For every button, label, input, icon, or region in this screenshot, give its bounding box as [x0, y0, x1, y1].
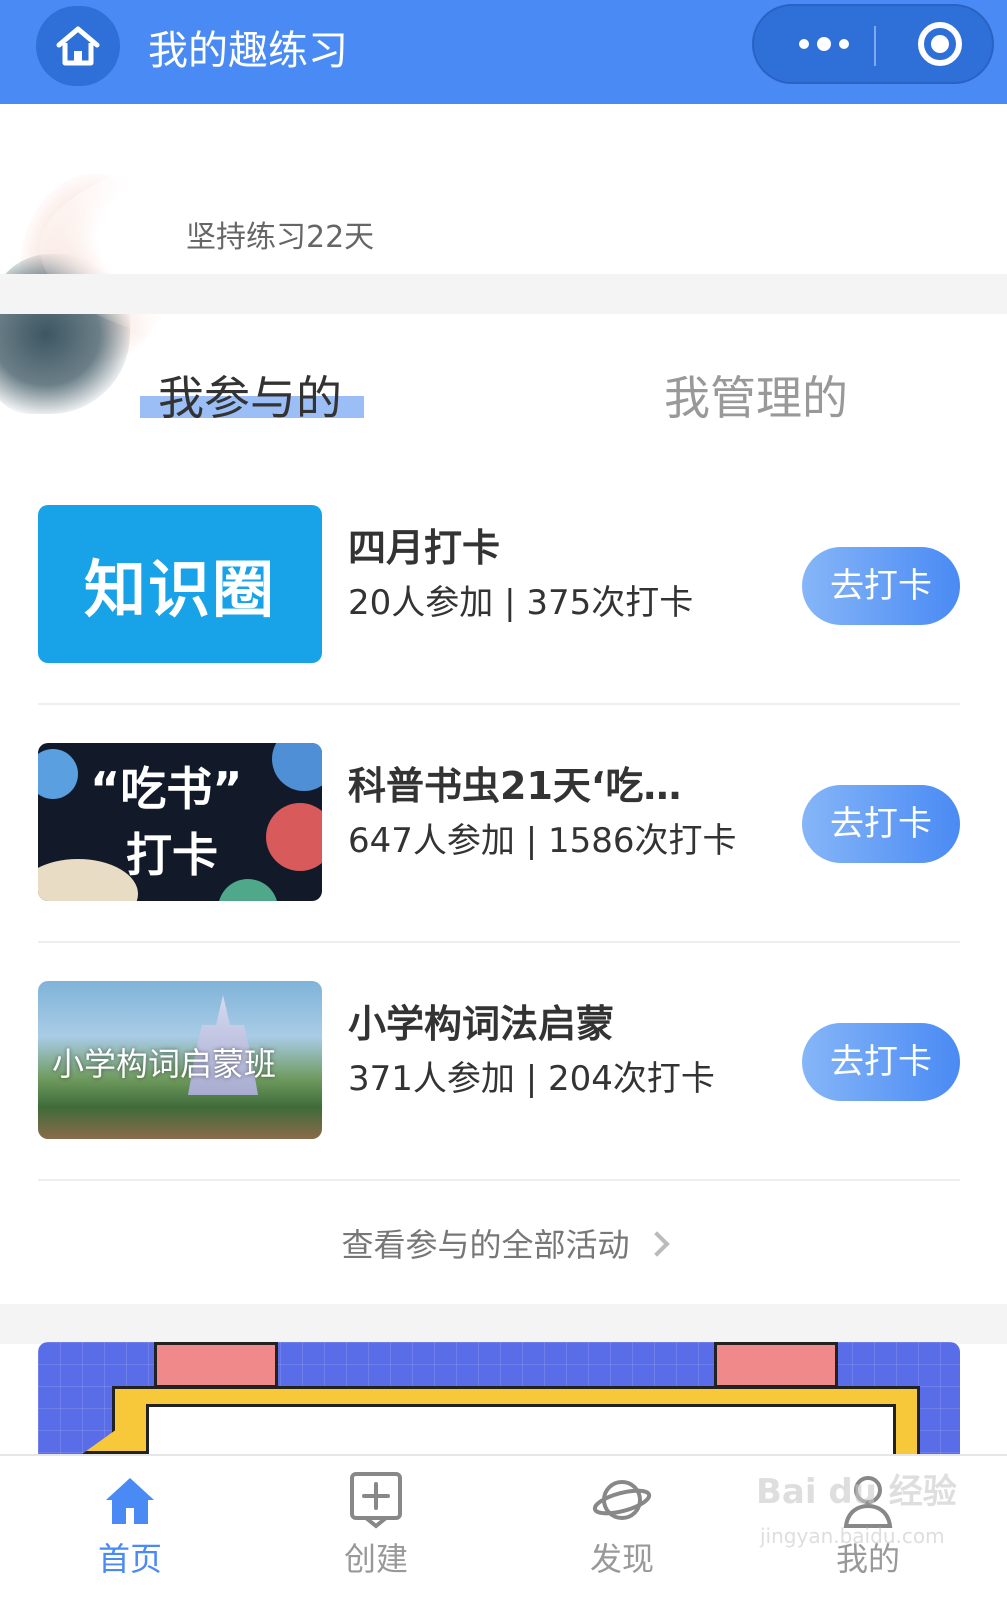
practice-streak: 坚持练习22天: [186, 220, 375, 255]
checkin-button[interactable]: 去打卡: [802, 547, 960, 625]
tabbar-item-discover[interactable]: 发现: [496, 1456, 748, 1600]
checkin-button[interactable]: 去打卡: [802, 1023, 960, 1101]
activity-thumbnail: “吃书” 打卡: [38, 743, 322, 901]
brick-decoration: [714, 1342, 838, 1388]
activity-item[interactable]: “吃书” 打卡 科普书虫21天‘吃… 647人参加 | 1586次打卡 去打卡: [0, 743, 1007, 983]
activity-title: 小学构词法启蒙: [348, 1002, 615, 1046]
more-dots-icon[interactable]: [776, 6, 872, 82]
planet-shape: [38, 859, 138, 901]
brick-decoration: [154, 1342, 278, 1388]
target-circle-icon[interactable]: [918, 22, 962, 66]
navigation-bar: 我的趣练习: [0, 0, 1007, 104]
home-icon: [106, 1478, 154, 1524]
tabbar-label: 创建: [343, 1540, 408, 1578]
tabbar-item-home[interactable]: 首页: [4, 1456, 256, 1600]
banner-panel: [146, 1404, 896, 1454]
list-divider: [38, 1179, 960, 1181]
promo-banner[interactable]: [38, 1342, 960, 1454]
thumbnail-text: “吃书”: [90, 762, 243, 816]
tabbar-label: 首页: [97, 1540, 162, 1578]
list-divider: [38, 941, 960, 943]
chevron-right-icon: [643, 1231, 670, 1257]
activity-item[interactable]: 小学构词启蒙班 小学构词法启蒙 371人参加 | 204次打卡 去打卡: [0, 981, 1007, 1221]
plus-square-icon: [350, 1472, 402, 1529]
section-divider: [0, 1304, 1007, 1344]
planet-shape: [272, 743, 322, 791]
activity-stats: 647人参加 | 1586次打卡: [348, 821, 737, 861]
home-icon: [56, 26, 100, 66]
planet-shape: [38, 749, 78, 799]
mini-program-capsule: [752, 4, 994, 84]
activity-thumbnail: 小学构词启蒙班: [38, 981, 322, 1139]
tabbar-item-create[interactable]: 创建: [250, 1456, 502, 1600]
activity-title: 科普书虫21天‘吃…: [348, 764, 682, 808]
planet-icon: [592, 1480, 652, 1520]
activity-stats: 371人参加 | 204次打卡: [348, 1059, 715, 1099]
thumbnail-text: 小学构词启蒙班: [52, 1045, 277, 1083]
capsule-divider: [874, 26, 876, 66]
section-divider: [0, 274, 1007, 314]
home-button[interactable]: [36, 6, 120, 86]
activity-stats: 20人参加 | 375次打卡: [348, 583, 694, 623]
thumbnail-text: 知识圈: [83, 553, 276, 626]
list-divider: [38, 703, 960, 705]
tab-joined[interactable]: 我参与的: [158, 362, 342, 428]
view-all-label: 查看参与的全部活动: [341, 1226, 630, 1264]
activity-item[interactable]: 知识圈 四月打卡 20人参加 | 375次打卡 去打卡: [0, 505, 1007, 745]
view-all-link[interactable]: 查看参与的全部活动: [0, 1220, 1007, 1266]
tab-managed[interactable]: 我管理的: [664, 362, 848, 428]
planet-shape: [266, 803, 322, 871]
activity-thumbnail: 知识圈: [38, 505, 322, 663]
thumbnail-text: 打卡: [126, 828, 218, 882]
checkin-button[interactable]: 去打卡: [802, 785, 960, 863]
activity-title: 四月打卡: [348, 526, 501, 570]
profile-section: [0, 104, 1007, 414]
baidu-watermark: Bai du 经验: [756, 1472, 957, 1512]
tabbar-label: 发现: [589, 1540, 654, 1578]
planet-shape: [218, 879, 278, 901]
baidu-watermark-url: jingyan.baidu.com: [760, 1524, 945, 1548]
page-title: 我的趣练习: [148, 28, 348, 74]
